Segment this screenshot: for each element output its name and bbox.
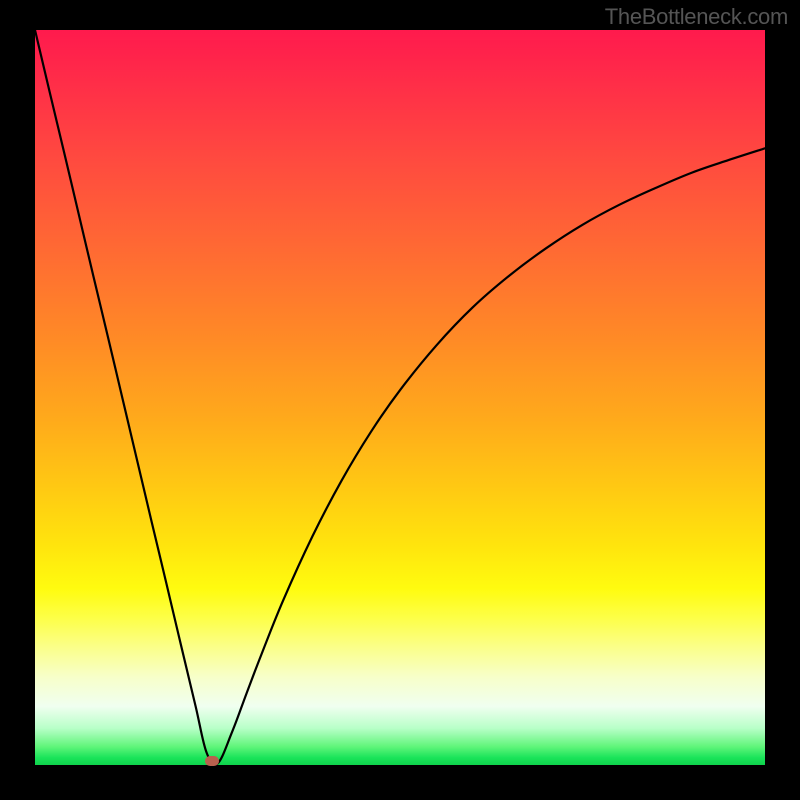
optimal-point-marker xyxy=(205,756,219,766)
chart-frame: TheBottleneck.com xyxy=(0,0,800,800)
watermark-text: TheBottleneck.com xyxy=(605,4,788,30)
plot-area xyxy=(35,30,765,765)
bottleneck-curve xyxy=(35,30,765,765)
